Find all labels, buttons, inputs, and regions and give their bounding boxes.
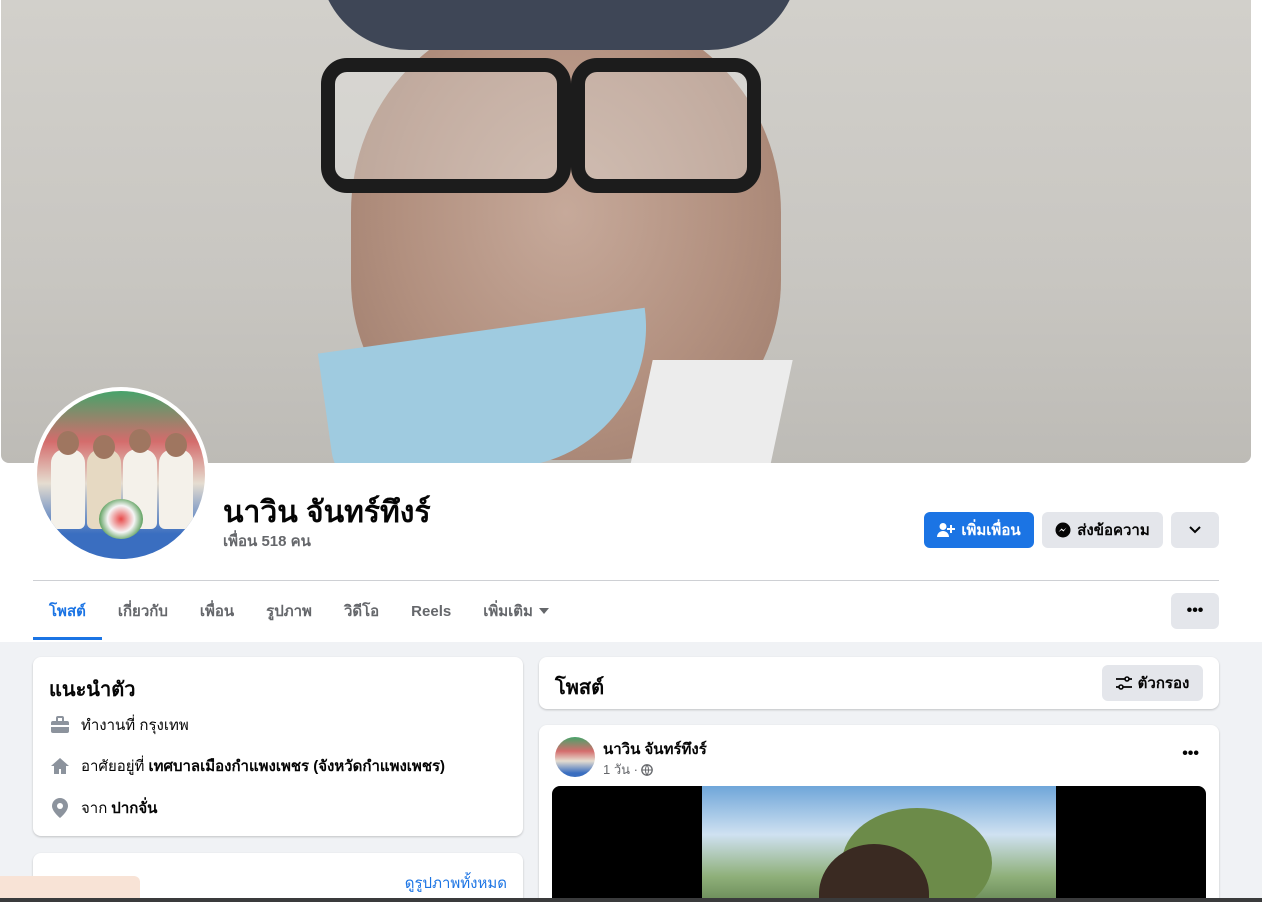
post-author-name[interactable]: นาวิน จันทร์ทึงร์ [603, 737, 707, 761]
tab-videos[interactable]: วิดีโอ [328, 582, 395, 640]
filter-icon [1115, 676, 1132, 690]
caret-down-icon [538, 608, 549, 614]
cover-shirt [629, 360, 793, 463]
avatar [37, 391, 205, 559]
intro-lives: อาศัยอยู่ที่ เทศบาลเมืองกำแพงเพชร (จังหว… [49, 754, 445, 778]
more-icon: ••• [1186, 602, 1204, 619]
posts-header-card: โพสต์ ตัวกรอง [539, 657, 1219, 709]
message-button[interactable]: ส่งข้อความ [1042, 512, 1163, 548]
intro-work: ทำงานที่ กรุงเทพ [49, 713, 189, 737]
scrollbar-track[interactable] [1251, 0, 1262, 642]
cover-cap [319, 0, 799, 50]
globe-icon [641, 763, 653, 776]
tab-about[interactable]: เกี่ยวกับ [102, 582, 184, 640]
tab-reels[interactable]: Reels [395, 582, 467, 640]
intro-from-prefix: จาก [81, 800, 108, 817]
profile-header: นาวิน จันทร์ทึงร์ เพื่อน 518 คน เพิ่มเพื… [0, 0, 1262, 642]
profile-options-button[interactable] [1171, 512, 1219, 548]
message-label: ส่งข้อความ [1077, 522, 1150, 539]
post-media[interactable] [552, 786, 1206, 902]
tab-label: รูปภาพ [266, 603, 312, 620]
filter-button[interactable]: ตัวกรอง [1102, 665, 1203, 701]
post-card: นาวิน จันทร์ทึงร์ 1 วัน · ••• [539, 725, 1219, 902]
tab-label: เกี่ยวกับ [117, 603, 168, 620]
cover-glasses-left [321, 58, 571, 193]
tab-photos[interactable]: รูปภาพ [250, 582, 328, 640]
cover-photo[interactable] [1, 0, 1251, 463]
tab-label: วิดีโอ [343, 603, 380, 620]
intro-lives-prefix: อาศัยอยู่ที่ [81, 758, 145, 775]
filter-label: ตัวกรอง [1137, 675, 1190, 692]
cover-glasses-right [571, 58, 761, 193]
tab-label: Reels [411, 602, 452, 620]
tabs-more-button[interactable]: ••• [1171, 593, 1219, 629]
see-all-photos-link[interactable]: ดูรูปภาพทั้งหมด [405, 871, 507, 895]
intro-title: แนะนำตัว [49, 679, 136, 701]
intro-card: แนะนำตัว ทำงานที่ กรุงเทพ อาศัยอยู่ที่ เ… [33, 657, 523, 836]
tab-label: เพิ่มเติม [483, 603, 533, 620]
chevron-down-icon [1189, 526, 1201, 534]
intro-lives-link[interactable]: เทศบาลเมืองกำแพงเพชร (จังหวัดกำแพงเพชร) [148, 754, 445, 778]
more-icon: ••• [1182, 745, 1199, 762]
profile-tabs: โพสต์ เกี่ยวกับ เพื่อน รูปภาพ วิดีโอ Ree… [33, 582, 565, 640]
post-options-button[interactable]: ••• [1182, 745, 1199, 763]
intro-from: จาก ปากจั่น [49, 796, 157, 820]
intro-from-link[interactable]: ปากจั่น [111, 796, 157, 820]
posts-title: โพสต์ [555, 677, 605, 699]
messenger-icon [1055, 522, 1071, 538]
profile-picture[interactable] [33, 387, 209, 563]
add-friend-label: เพิ่มเพื่อน [961, 522, 1021, 539]
tab-label: เพื่อน [199, 603, 235, 620]
post-photo [702, 786, 1056, 902]
post-meta: 1 วัน · [603, 759, 653, 780]
tab-label: โพสต์ [49, 603, 86, 620]
location-pin-icon [49, 797, 71, 819]
intro-work-text: ทำงานที่ กรุงเทพ [81, 717, 189, 734]
briefcase-icon [49, 714, 71, 736]
tab-friends[interactable]: เพื่อน [184, 582, 250, 640]
bottom-bar [0, 898, 1262, 902]
tab-more[interactable]: เพิ่มเติม [467, 582, 565, 640]
friend-count[interactable]: เพื่อน 518 คน [223, 529, 311, 553]
post-author-avatar[interactable] [555, 737, 595, 777]
home-icon [49, 755, 71, 777]
add-friend-icon [937, 522, 956, 538]
header-divider [33, 580, 1219, 581]
tab-posts[interactable]: โพสต์ [33, 582, 102, 640]
post-time[interactable]: 1 วัน · [603, 759, 638, 780]
add-friend-button[interactable]: เพิ่มเพื่อน [924, 512, 1034, 548]
